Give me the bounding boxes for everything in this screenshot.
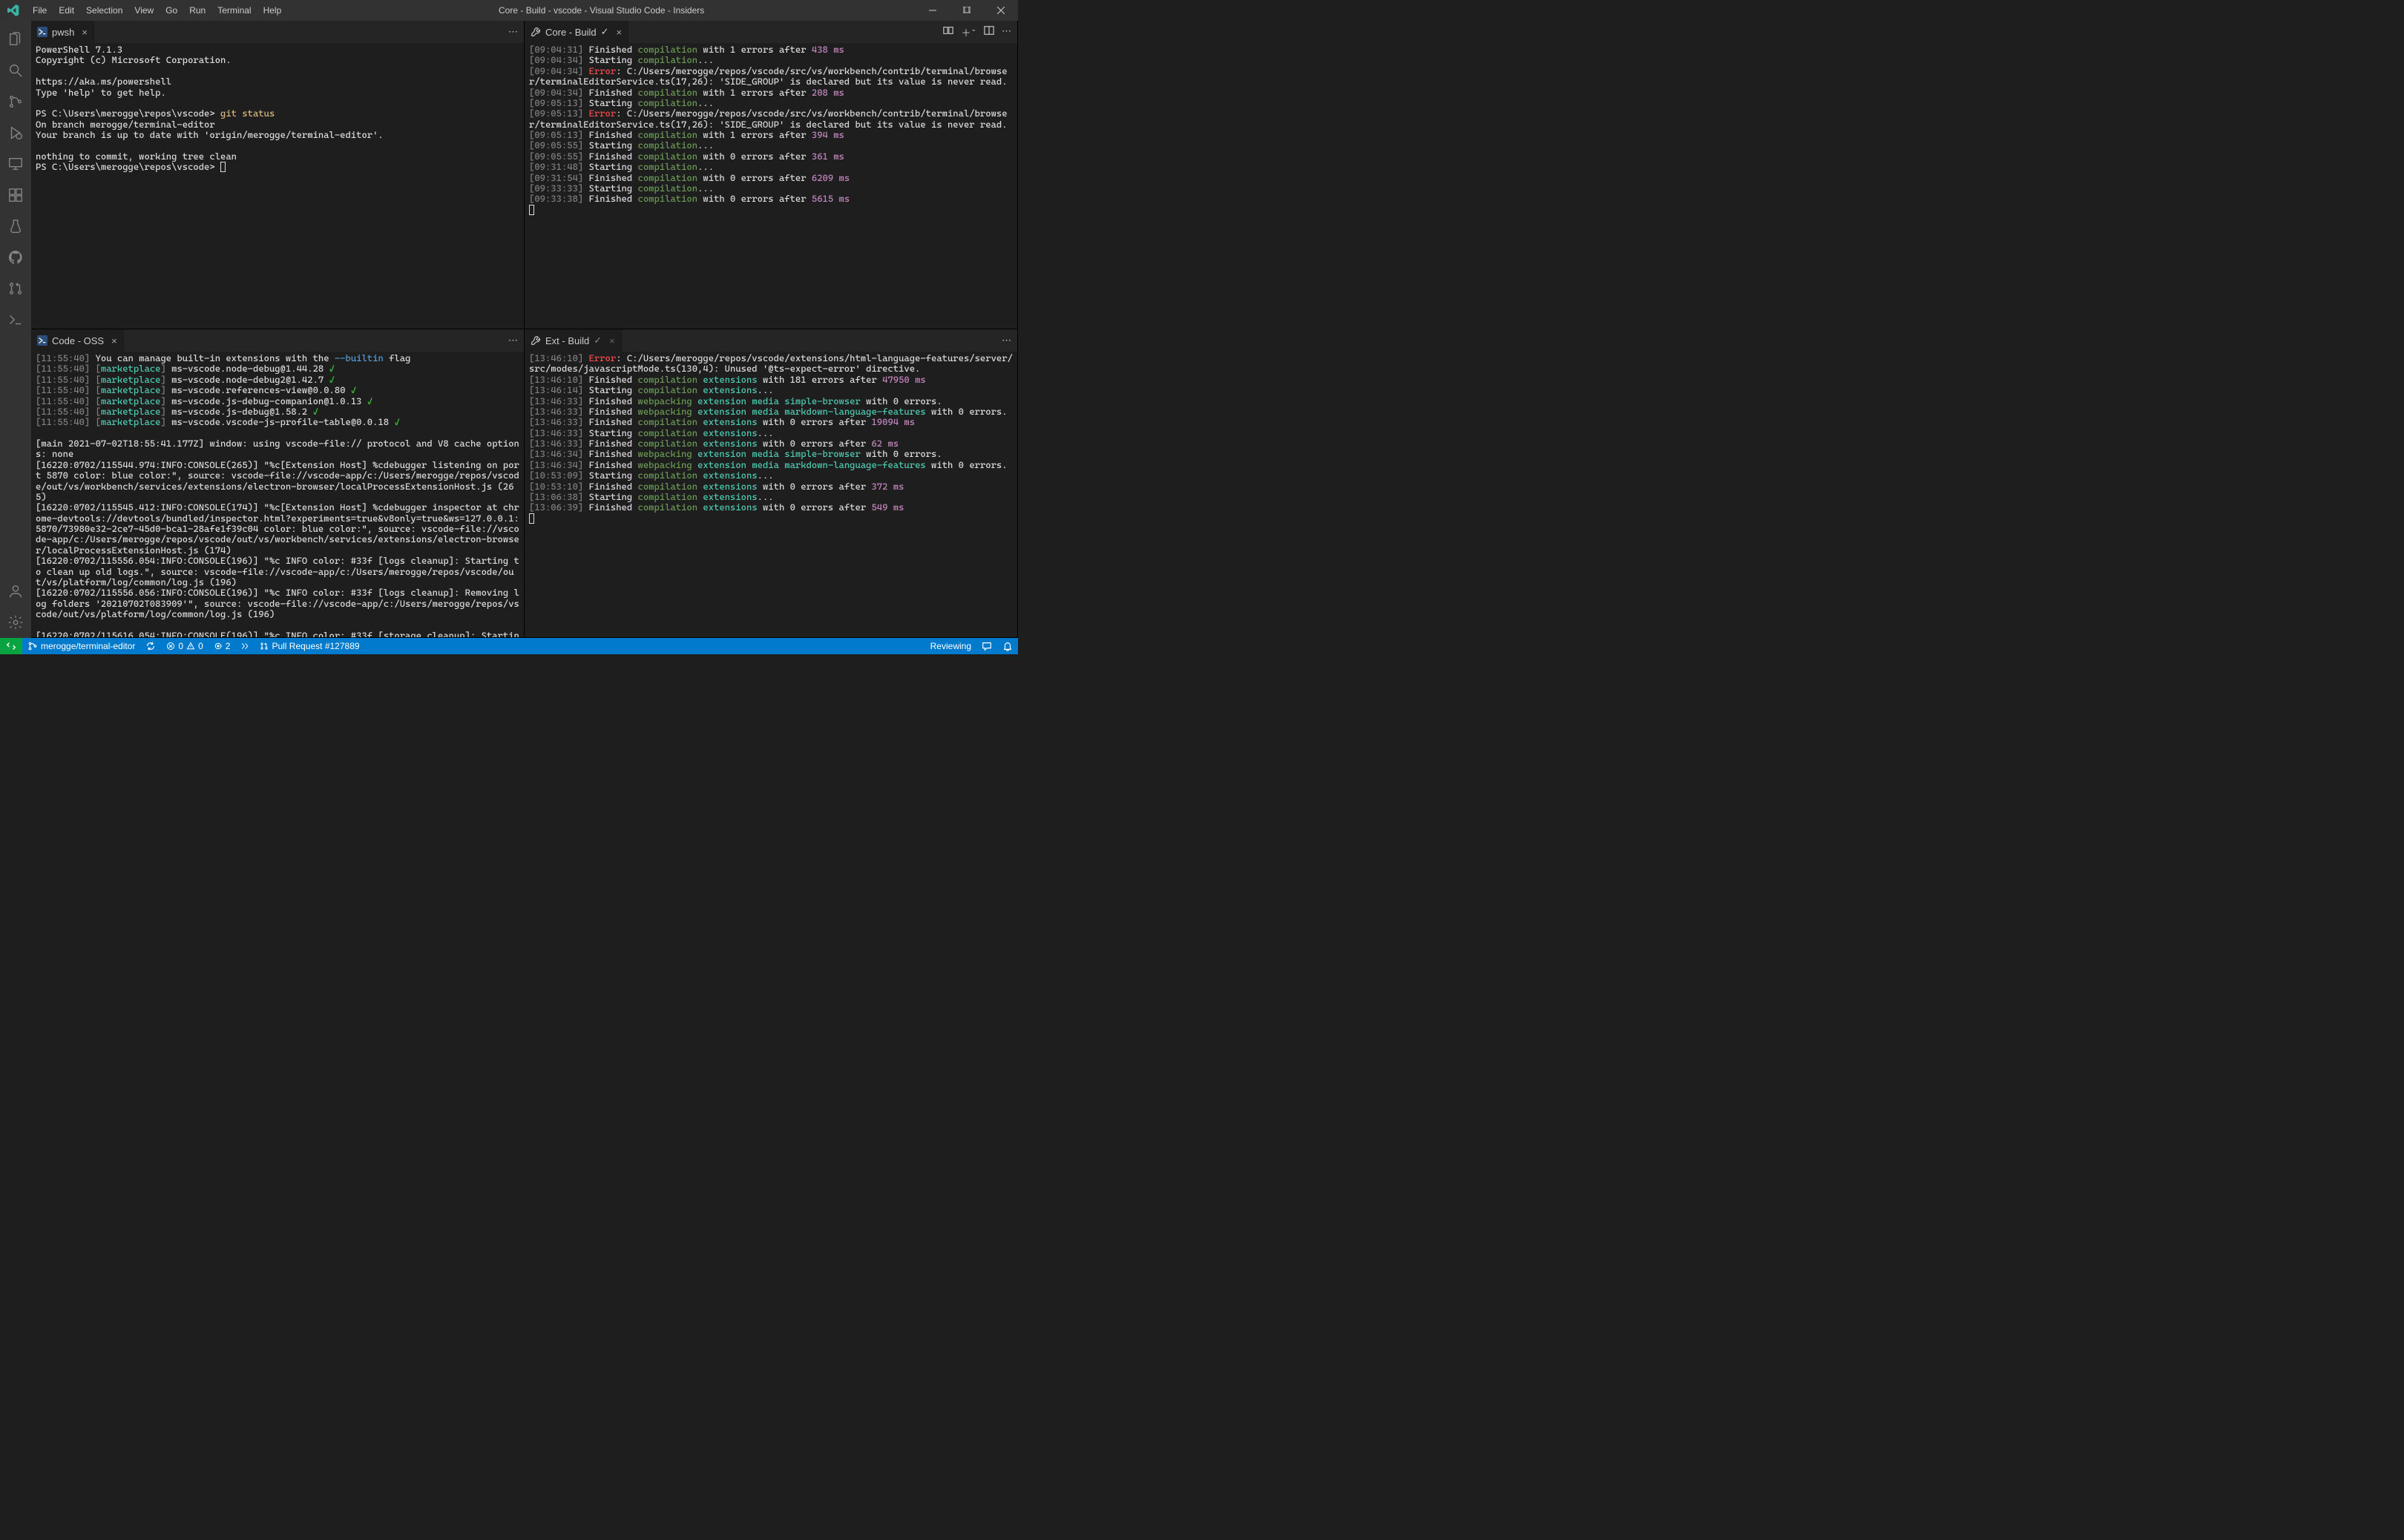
source-control-icon[interactable]: [0, 86, 31, 117]
tab-label: pwsh: [52, 27, 74, 38]
debug-status[interactable]: [235, 638, 254, 654]
check-icon: ✓: [594, 335, 602, 346]
close-icon[interactable]: ×: [617, 27, 623, 38]
menu-view[interactable]: View: [128, 0, 160, 21]
window-title: Core - Build - vscode - Visual Studio Co…: [287, 5, 916, 16]
tab-label: Code - OSS: [52, 335, 104, 346]
pane-ext-build: Ext - Build ✓ × ⋯ [13:46:10] Error: C:/U…: [525, 329, 1018, 638]
tab-label: Core - Build: [545, 27, 597, 38]
tab-core-build[interactable]: Core - Build ✓ ×: [525, 21, 628, 43]
explorer-icon[interactable]: [0, 24, 31, 55]
menu-bar: File Edit Selection View Go Run Terminal…: [27, 0, 287, 21]
menu-selection[interactable]: Selection: [80, 0, 128, 21]
sync-status[interactable]: [140, 638, 161, 654]
terminal-output[interactable]: [11:55:40] You can manage built-in exten…: [31, 352, 524, 637]
menu-edit[interactable]: Edit: [53, 0, 80, 21]
terminal-icon[interactable]: [0, 304, 31, 335]
title-bar: File Edit Selection View Go Run Terminal…: [0, 0, 1018, 21]
search-icon[interactable]: [0, 55, 31, 86]
plus-icon[interactable]: ＋⌄: [961, 25, 976, 39]
tab-pwsh[interactable]: pwsh ×: [31, 21, 94, 43]
close-button[interactable]: [984, 0, 1018, 21]
powershell-icon: [37, 27, 47, 37]
account-icon[interactable]: [0, 576, 31, 607]
status-bar: merogge/terminal-editor 0 0 2 Pull Reque…: [0, 638, 1018, 654]
ports-status[interactable]: 2: [208, 638, 236, 654]
tab-ext-build[interactable]: Ext - Build ✓ ×: [525, 329, 622, 352]
close-icon[interactable]: ×: [82, 27, 88, 38]
menu-file[interactable]: File: [27, 0, 53, 21]
terminal-output[interactable]: PowerShell 7.1.3 Copyright (c) Microsoft…: [31, 43, 524, 329]
cursor: [220, 162, 226, 172]
close-icon[interactable]: ×: [609, 335, 615, 346]
menu-terminal[interactable]: Terminal: [211, 0, 257, 21]
check-icon: ✓: [601, 26, 609, 38]
tabbar-tl: pwsh × ⋯: [31, 21, 524, 43]
activity-bar: [0, 21, 31, 638]
tabbar-tr: Core - Build ✓ × ＋⌄ ⋯: [525, 21, 1017, 43]
branch-status[interactable]: merogge/terminal-editor: [22, 638, 140, 654]
menu-go[interactable]: Go: [160, 0, 183, 21]
split-icon[interactable]: [984, 25, 994, 39]
editor-grid: pwsh × ⋯ PowerShell 7.1.3 Copyright (c) …: [31, 21, 1018, 638]
bell-icon[interactable]: [997, 638, 1018, 654]
problems-status[interactable]: 0 0: [161, 638, 208, 654]
more-icon[interactable]: ⋯: [508, 26, 518, 38]
pull-request-status[interactable]: Pull Request #127889: [254, 638, 364, 654]
tabbar-br: Ext - Build ✓ × ⋯: [525, 329, 1017, 352]
remote-explorer-icon[interactable]: [0, 148, 31, 180]
remote-indicator[interactable]: [0, 638, 22, 654]
window-controls: [916, 0, 1018, 21]
pane-pwsh: pwsh × ⋯ PowerShell 7.1.3 Copyright (c) …: [31, 21, 525, 329]
github-icon[interactable]: [0, 242, 31, 273]
more-icon[interactable]: ⋯: [508, 335, 518, 346]
tab-code-oss[interactable]: Code - OSS ×: [31, 329, 124, 352]
pane-code-oss: Code - OSS × ⋯ [11:55:40] You can manage…: [31, 329, 525, 638]
extensions-icon[interactable]: [0, 180, 31, 211]
pull-request-icon[interactable]: [0, 273, 31, 304]
terminal-output[interactable]: [13:46:10] Error: C:/Users/merogge/repos…: [525, 352, 1017, 637]
maximize-button[interactable]: [950, 0, 984, 21]
more-icon[interactable]: ⋯: [1002, 25, 1011, 39]
pane-core-build: Core - Build ✓ × ＋⌄ ⋯ [09:04:31] Finishe…: [525, 21, 1018, 329]
close-icon[interactable]: ×: [111, 335, 117, 346]
testing-icon[interactable]: [0, 211, 31, 242]
tabbar-bl: Code - OSS × ⋯: [31, 329, 524, 352]
reviewing-status[interactable]: Reviewing: [925, 638, 976, 654]
wrench-icon: [531, 335, 541, 346]
minimize-button[interactable]: [916, 0, 950, 21]
gear-icon[interactable]: [0, 607, 31, 638]
tab-label: Ext - Build: [545, 335, 589, 346]
wrench-icon: [531, 27, 541, 37]
terminal-output[interactable]: [09:04:31] Finished compilation with 1 e…: [525, 43, 1017, 329]
run-debug-icon[interactable]: [0, 117, 31, 148]
vscode-logo-icon: [0, 4, 27, 16]
menu-help[interactable]: Help: [257, 0, 288, 21]
more-icon[interactable]: ⋯: [1002, 335, 1011, 346]
powershell-icon: [37, 335, 47, 346]
menu-run[interactable]: Run: [183, 0, 211, 21]
compare-icon[interactable]: [943, 25, 953, 39]
feedback-icon[interactable]: [976, 638, 997, 654]
